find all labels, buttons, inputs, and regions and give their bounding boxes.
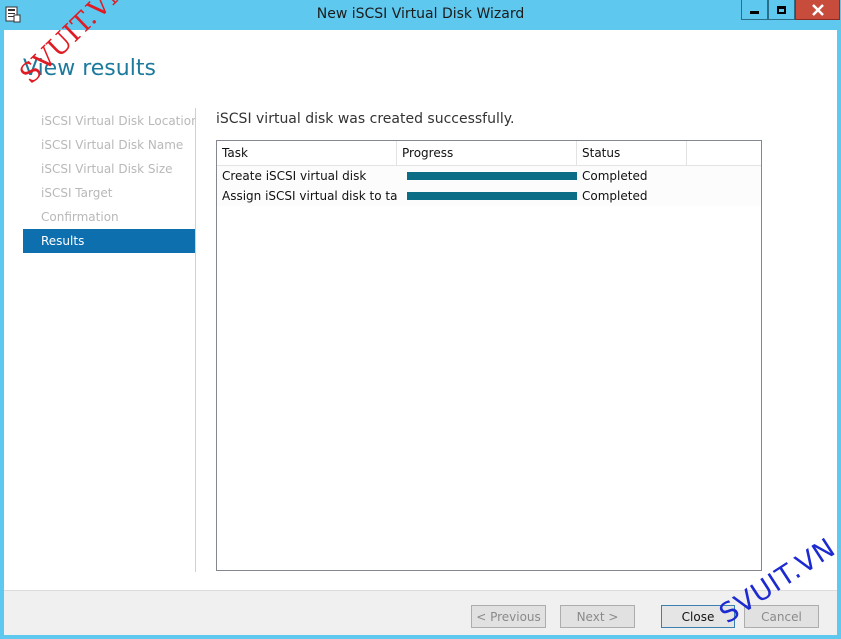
previous-button[interactable]: < Previous <box>471 605 546 628</box>
column-header-progress[interactable]: Progress <box>397 141 577 165</box>
progress-bar-fill <box>407 172 577 180</box>
status-cell: Completed <box>582 189 648 203</box>
status-cell: Completed <box>582 169 648 183</box>
nav-step-iscsi-target[interactable]: iSCSI Target <box>23 181 195 205</box>
nav-divider <box>195 108 196 572</box>
nav-step-disk-name[interactable]: iSCSI Virtual Disk Name <box>23 133 195 157</box>
title-bar: New iSCSI Virtual Disk Wizard <box>0 0 841 30</box>
minimize-button[interactable] <box>741 0 768 20</box>
window-close-button[interactable] <box>795 0 840 20</box>
column-header-status[interactable]: Status <box>577 141 687 165</box>
nav-step-results[interactable]: Results <box>23 229 195 253</box>
column-header-task[interactable]: Task <box>217 141 397 165</box>
table-header: Task Progress Status <box>217 141 761 166</box>
window-title: New iSCSI Virtual Disk Wizard <box>316 6 525 22</box>
progress-bar <box>407 192 577 200</box>
wizard-body: View results iSCSI Virtual Disk Location… <box>4 30 837 635</box>
progress-bar <box>407 172 577 180</box>
maximize-button[interactable] <box>768 0 795 20</box>
wizard-footer: < Previous Next > Close Cancel <box>4 590 837 635</box>
result-message: iSCSI virtual disk was created successfu… <box>216 111 515 127</box>
progress-cell <box>397 192 577 200</box>
nav-step-disk-location[interactable]: iSCSI Virtual Disk Location <box>23 109 195 133</box>
nav-step-confirmation[interactable]: Confirmation <box>23 205 195 229</box>
minimize-icon <box>750 11 759 14</box>
nav-step-disk-size[interactable]: iSCSI Virtual Disk Size <box>23 157 195 181</box>
task-cell: Create iSCSI virtual disk <box>222 169 367 183</box>
progress-bar-fill <box>407 192 577 200</box>
table-body: Create iSCSI virtual disk Completed Assi… <box>217 166 761 206</box>
table-row[interactable]: Create iSCSI virtual disk Completed <box>217 166 761 186</box>
close-icon <box>811 3 824 16</box>
column-header-filler <box>687 141 761 165</box>
wizard-steps-nav: iSCSI Virtual Disk Location iSCSI Virtua… <box>23 109 195 253</box>
next-button[interactable]: Next > <box>560 605 635 628</box>
progress-cell <box>397 172 577 180</box>
maximize-icon <box>777 5 786 14</box>
table-row[interactable]: Assign iSCSI virtual disk to target Comp… <box>217 186 761 206</box>
results-table: Task Progress Status Create iSCSI virtua… <box>216 140 762 571</box>
task-cell: Assign iSCSI virtual disk to target <box>222 189 397 203</box>
